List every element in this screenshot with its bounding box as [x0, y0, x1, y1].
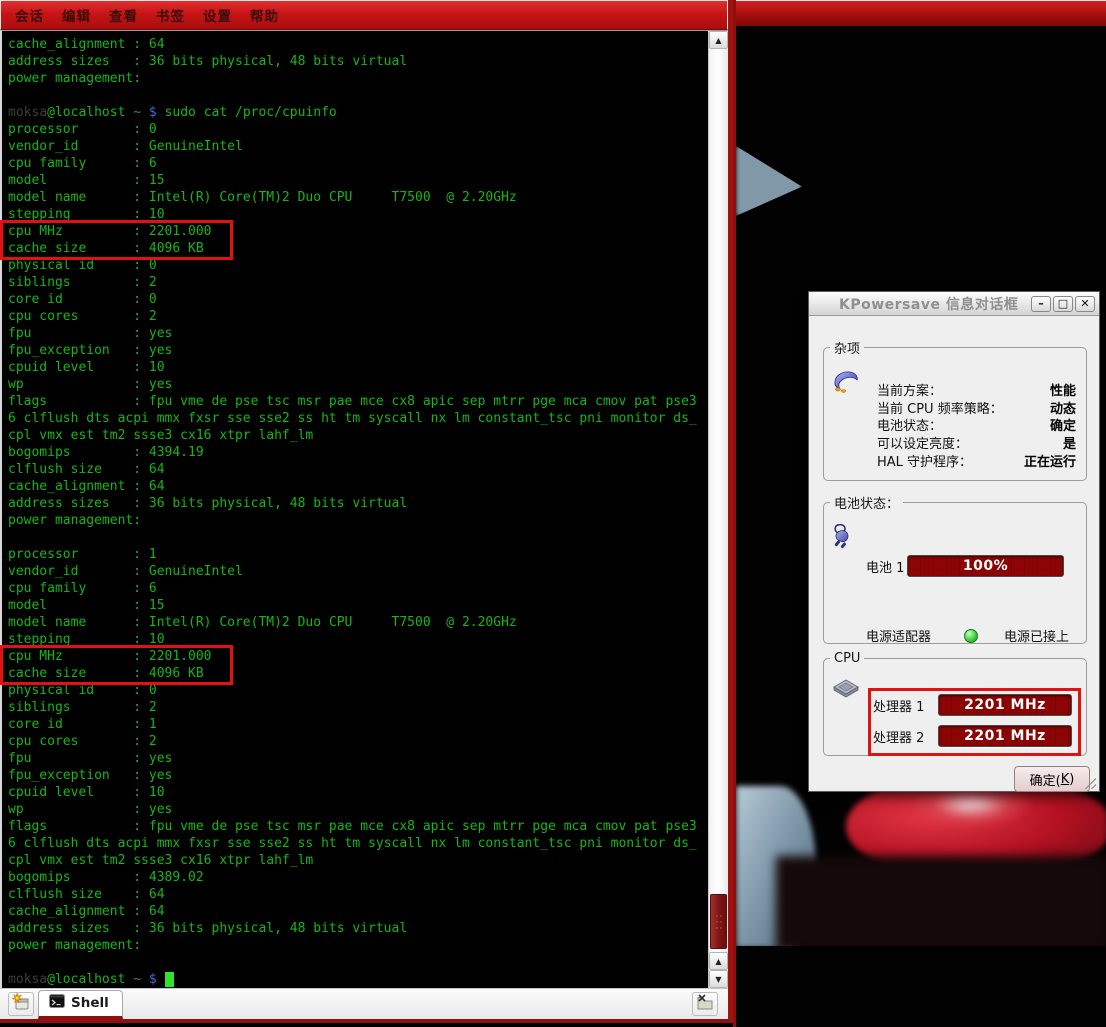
misc-row-label: HAL 守护程序：	[877, 451, 972, 470]
cpu1-frequency-bar: 2201 MHz	[938, 694, 1072, 716]
misc-row: 可以设定亮度： 是	[877, 434, 1076, 452]
cpu2-frequency-value: 2201 MHz	[964, 728, 1046, 744]
maximize-button[interactable]: □	[1053, 296, 1073, 312]
close-session-button[interactable]	[692, 992, 718, 1016]
misc-row: 当前方案： 性能	[877, 381, 1076, 399]
cpu1-label: 处理器 1	[873, 696, 933, 715]
misc-row-label: 当前方案：	[877, 380, 942, 399]
menu-settings[interactable]: 设置	[195, 1, 240, 29]
menu-bookmarks[interactable]: 书签	[148, 1, 193, 29]
misc-row: 电池状态： 确定	[877, 416, 1076, 434]
cpu-group-title: CPU	[830, 651, 864, 666]
cpu1-frequency-value: 2201 MHz	[964, 697, 1046, 713]
kpowersave-dialog: KPowersave 信息对话框 – □ ✕ 杂项	[808, 291, 1100, 792]
tab-shell-label: Shell	[71, 995, 109, 1011]
dialog-titlebar[interactable]: KPowersave 信息对话框 – □ ✕	[809, 292, 1099, 316]
cpu2-label: 处理器 2	[873, 727, 933, 746]
scrollbar-thumb[interactable]	[710, 894, 727, 949]
adapter-label: 电源适配器	[866, 626, 931, 645]
battery-group-title: 电池状态：	[830, 493, 903, 512]
terminal-scrollbar[interactable]: ▲ ▲ ▼	[708, 31, 728, 988]
new-session-button[interactable]	[8, 992, 34, 1016]
dialog-body: 杂项 当前方案：	[809, 316, 1099, 792]
misc-row-label: 可以设定亮度：	[877, 433, 968, 452]
cpu-row-1: 处理器 1 2201 MHz	[873, 694, 1072, 716]
power-plug-icon	[832, 524, 856, 554]
dialog-title: KPowersave 信息对话框	[839, 294, 1029, 314]
screen: 会话 编辑 查看 书签 设置 帮助 cache_alignment : 64ad…	[0, 0, 1106, 1027]
misc-group: 杂项 当前方案：	[823, 338, 1087, 481]
cpu-row-2: 处理器 2 2201 MHz	[873, 725, 1072, 747]
tab-shell[interactable]: Shell	[38, 990, 123, 1019]
ok-button-accel: K	[1061, 772, 1070, 787]
battery-row: 电池 1 100%	[866, 555, 1064, 577]
background-window-titlebar	[736, 0, 1106, 28]
adapter-row: 电源适配器 电源已接上	[866, 626, 1069, 645]
photo-shape	[736, 146, 802, 216]
battery-progress-bar: 100%	[907, 555, 1064, 577]
terminal-output[interactable]: cache_alignment : 64address sizes : 36 b…	[2, 31, 708, 988]
menu-view[interactable]: 查看	[101, 1, 146, 29]
cpu-group: CPU 处理器 1 2201 MHz 处理器 2	[823, 651, 1087, 756]
misc-row-value: 确定	[1050, 415, 1076, 434]
adapter-status: 电源已接上	[1004, 626, 1069, 645]
battery-label: 电池 1	[866, 557, 907, 576]
scroll-down-icon[interactable]: ▼	[709, 970, 728, 988]
misc-row-label: 电池状态：	[877, 415, 942, 434]
menu-session[interactable]: 会话	[7, 1, 52, 29]
battery-progress-value: 100%	[963, 558, 1008, 574]
minimize-button[interactable]: –	[1031, 296, 1051, 312]
cpu-chip-icon	[832, 678, 860, 704]
misc-row-value: 是	[1063, 433, 1076, 452]
ok-button-suffix: )	[1069, 772, 1074, 787]
menu-bar: 会话 编辑 查看 书签 设置 帮助	[0, 0, 728, 30]
new-session-icon	[12, 993, 30, 1015]
misc-row-value: 动态	[1050, 398, 1076, 417]
adapter-led-icon	[964, 629, 978, 643]
terminal-frame: cache_alignment : 64address sizes : 36 b…	[0, 30, 728, 988]
scrollbar-track[interactable]	[709, 49, 728, 952]
menu-edit[interactable]: 编辑	[54, 1, 99, 29]
misc-group-title: 杂项	[830, 338, 864, 357]
misc-row: HAL 守护程序： 正在运行	[877, 451, 1076, 469]
misc-row-label: 当前 CPU 频率策略：	[877, 398, 1003, 417]
misc-rows: 当前方案： 性能 当前 CPU 频率策略： 动态 电池状态： 确定 可以设定亮度…	[877, 381, 1076, 469]
close-button[interactable]: ✕	[1075, 296, 1095, 312]
menu-help[interactable]: 帮助	[242, 1, 287, 29]
misc-row: 当前 CPU 频率策略： 动态	[877, 399, 1076, 417]
close-session-icon	[696, 994, 714, 1014]
cpu2-frequency-bar: 2201 MHz	[938, 725, 1072, 747]
scroll-up-icon[interactable]: ▲	[709, 31, 728, 49]
konsole-tab-icon	[49, 993, 65, 1012]
ok-button-text: 确定(	[1030, 770, 1061, 789]
konsole-window: 会话 编辑 查看 书签 设置 帮助 cache_alignment : 64ad…	[0, 0, 733, 1023]
kpowersave-icon	[832, 369, 860, 397]
battery-group: 电池状态： 电池 1	[823, 493, 1087, 644]
ok-button[interactable]: 确定(K)	[1014, 766, 1090, 792]
photo-shape	[776, 856, 1106, 951]
misc-row-value: 正在运行	[1024, 451, 1076, 470]
scroll-up-icon-bottom[interactable]: ▲	[709, 952, 728, 970]
tab-bar: Shell	[0, 988, 728, 1019]
photo-shape	[736, 946, 1106, 1027]
misc-row-value: 性能	[1050, 380, 1076, 399]
